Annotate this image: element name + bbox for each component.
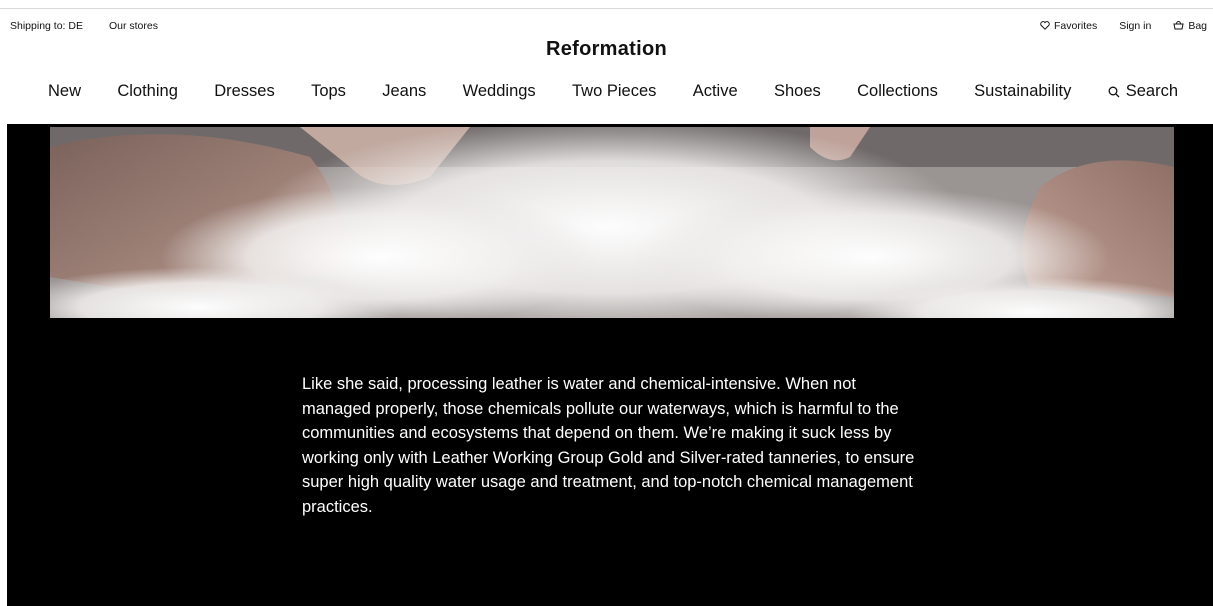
bag-icon	[1173, 20, 1184, 33]
nav-item-weddings[interactable]: Weddings	[463, 82, 536, 101]
sign-in-label: Sign in	[1119, 20, 1152, 33]
nav-item-new[interactable]: New	[48, 82, 81, 101]
nav-item-jeans[interactable]: Jeans	[382, 82, 426, 101]
sign-in-link[interactable]: Sign in	[1119, 20, 1151, 32]
main-navigation: New Clothing Dresses Tops Jeans Weddings…	[48, 82, 1178, 101]
nav-item-two-pieces[interactable]: Two Pieces	[572, 82, 656, 101]
search-label: Search	[1125, 82, 1178, 100]
nav-item-collections[interactable]: Collections	[857, 82, 938, 101]
hero-body-text: Like she said, processing leather is wat…	[302, 375, 915, 516]
utility-bar-right: Favorites Sign in Bag	[1040, 20, 1207, 33]
favorites-label: Favorites	[1054, 20, 1098, 33]
hero-image	[50, 127, 1174, 318]
hero-photo-illustration	[50, 127, 1174, 318]
nav-item-dresses[interactable]: Dresses	[214, 82, 275, 101]
nav-item-clothing[interactable]: Clothing	[117, 82, 178, 101]
shipping-selector[interactable]: Shipping to: DE	[10, 20, 83, 32]
bag-link[interactable]: Bag	[1173, 20, 1207, 33]
hero-section: Like she said, processing leather is wat…	[7, 124, 1213, 606]
top-divider	[0, 8, 1213, 9]
brand-logo[interactable]: Reformation	[0, 38, 1213, 61]
favorites-link[interactable]: Favorites	[1040, 20, 1097, 32]
nav-item-tops[interactable]: Tops	[311, 82, 346, 101]
our-stores-link[interactable]: Our stores	[109, 20, 158, 32]
heart-icon	[1040, 20, 1050, 33]
search-icon	[1108, 86, 1120, 98]
bag-label: Bag	[1188, 20, 1207, 33]
nav-item-shoes[interactable]: Shoes	[774, 82, 821, 101]
search-button[interactable]: Search	[1108, 82, 1178, 101]
nav-item-sustainability[interactable]: Sustainability	[974, 82, 1071, 101]
page: Shipping to: DE Our stores Favorites Sig…	[0, 0, 1213, 606]
nav-item-active[interactable]: Active	[693, 82, 738, 101]
utility-bar-left: Shipping to: DE Our stores	[10, 20, 158, 32]
